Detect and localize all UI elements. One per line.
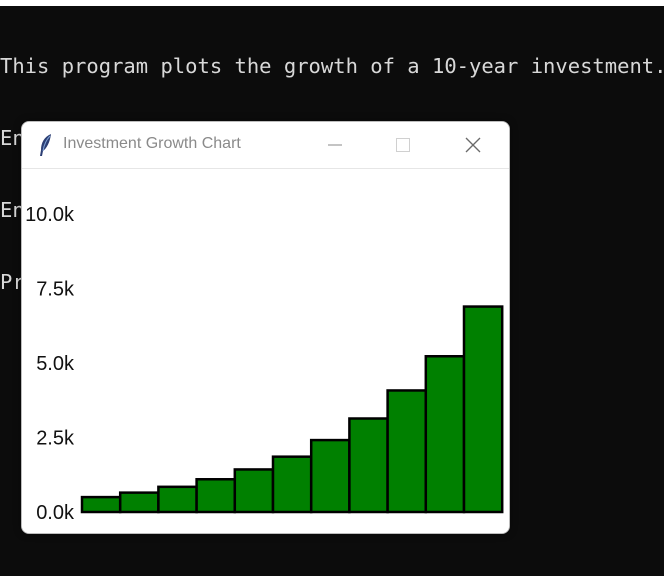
bar-year-8 bbox=[386, 389, 428, 514]
bar-year-0 bbox=[80, 495, 122, 514]
chart-window[interactable]: Investment Growth Chart 0.0k 2.5k 5.0k 7.5k… bbox=[21, 121, 510, 534]
bar-chart: 0.0k 2.5k 5.0k 7.5k 10.0k bbox=[25, 204, 504, 524]
minimize-button[interactable] bbox=[304, 122, 366, 168]
y-tick-label: 0.0k bbox=[36, 502, 75, 524]
maximize-icon bbox=[395, 137, 411, 153]
bar-year-1 bbox=[118, 491, 160, 514]
close-button[interactable] bbox=[442, 122, 504, 168]
bar-year-3 bbox=[195, 478, 237, 514]
window-title: Investment Growth Chart bbox=[63, 135, 241, 152]
minimize-icon bbox=[327, 137, 343, 153]
close-icon bbox=[464, 136, 482, 154]
y-tick-label: 5.0k bbox=[36, 353, 75, 375]
maximize-button[interactable] bbox=[372, 122, 434, 168]
bar-year-2 bbox=[157, 485, 198, 514]
bar-year-9 bbox=[424, 355, 466, 514]
feather-icon bbox=[37, 133, 55, 157]
bar-year-10 bbox=[462, 305, 504, 514]
bar-year-7 bbox=[348, 417, 389, 514]
y-tick-label: 7.5k bbox=[36, 279, 75, 301]
bar-year-4 bbox=[233, 468, 275, 514]
y-tick-label: 10.0k bbox=[25, 204, 75, 226]
console-line: This program plots the growth of a 10-ye… bbox=[0, 54, 664, 78]
bar-year-6 bbox=[309, 438, 351, 514]
bar-year-5 bbox=[271, 455, 313, 514]
chart-canvas: 0.0k 2.5k 5.0k 7.5k 10.0k bbox=[22, 169, 509, 533]
window-titlebar[interactable]: Investment Growth Chart bbox=[22, 122, 509, 169]
y-tick-label: 2.5k bbox=[36, 428, 75, 450]
